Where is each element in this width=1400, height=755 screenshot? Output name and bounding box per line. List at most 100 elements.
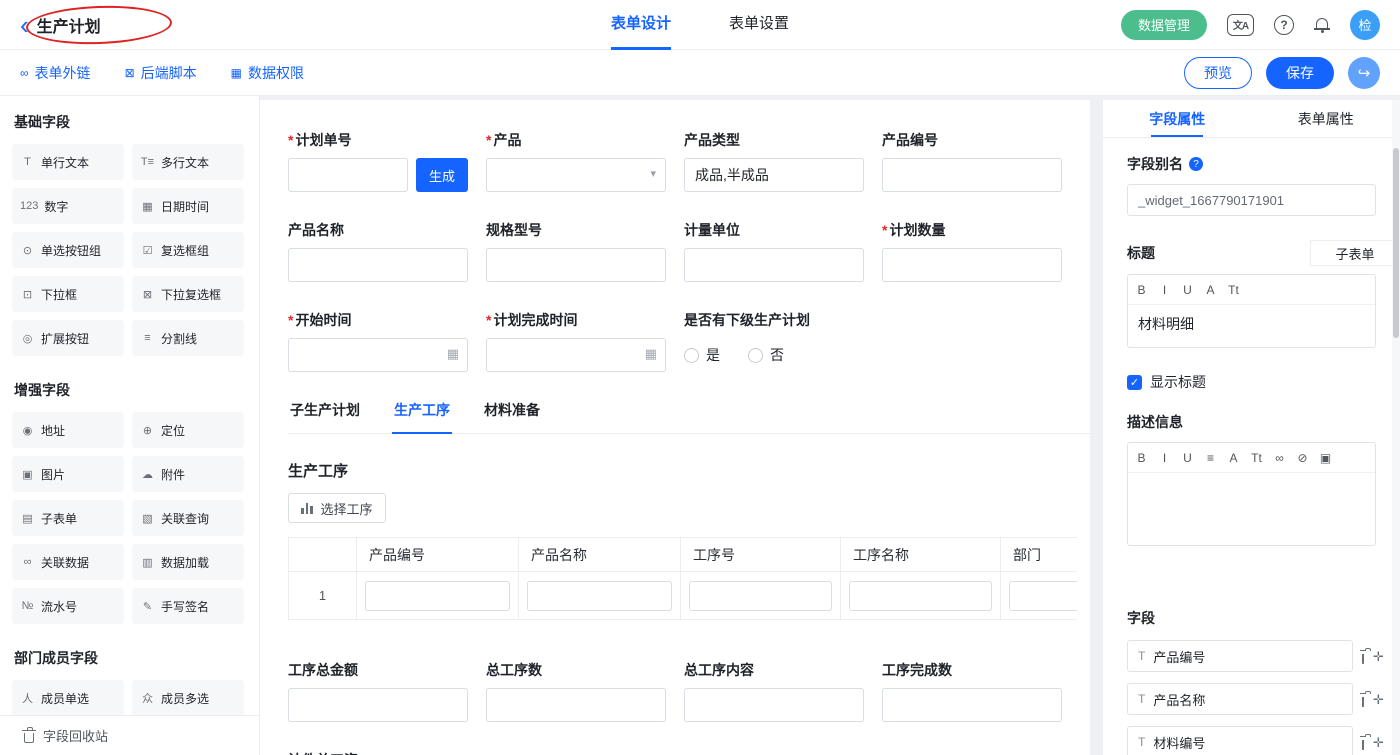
field-type-multi-dropdown[interactable]: ⊠下拉复选框 bbox=[132, 276, 244, 312]
align-icon[interactable]: ≡ bbox=[1199, 451, 1222, 465]
field-type-dropdown[interactable]: ⊡下拉框 bbox=[12, 276, 124, 312]
field-product-type[interactable]: 产品类型 bbox=[684, 130, 864, 192]
move-field-icon[interactable]: ✛ bbox=[1373, 736, 1384, 749]
plan-quantity-input[interactable] bbox=[882, 248, 1062, 282]
subform-field-product-code[interactable]: T 产品编号 bbox=[1127, 640, 1353, 672]
preview-button[interactable]: 预览 bbox=[1184, 57, 1252, 89]
field-type-datetime[interactable]: ▦日期时间 bbox=[132, 188, 244, 224]
finish-time-input[interactable] bbox=[486, 338, 666, 372]
field-has-sub-plan[interactable]: 是否有下级生产计划 是 否 bbox=[684, 310, 864, 372]
field-start-time[interactable]: *开始时间 ▦ bbox=[288, 310, 468, 372]
form-external-link[interactable]: ∞ 表单外链 bbox=[20, 63, 91, 83]
field-type-divider[interactable]: ≡分割线 bbox=[132, 320, 244, 356]
underline-icon[interactable]: U bbox=[1176, 283, 1199, 297]
tab-production-process[interactable]: 生产工序 bbox=[392, 400, 452, 434]
checkbox-checked-icon[interactable] bbox=[1127, 375, 1142, 390]
field-type-number[interactable]: 123数字 bbox=[12, 188, 124, 224]
field-type-radio-group[interactable]: ⊙单选按钮组 bbox=[12, 232, 124, 268]
back-icon[interactable]: ‹ bbox=[20, 3, 29, 47]
radio-yes[interactable]: 是 bbox=[684, 345, 720, 365]
cell-product-code-input[interactable] bbox=[365, 581, 510, 611]
field-type-data-load[interactable]: ▥数据加载 bbox=[132, 544, 244, 580]
field-product-code[interactable]: 产品编号 bbox=[882, 130, 1062, 192]
total-process-content-input[interactable] bbox=[684, 688, 864, 722]
product-code-input[interactable] bbox=[882, 158, 1062, 192]
field-type-subform[interactable]: ▤子表单 bbox=[12, 500, 124, 536]
widget-type-tag[interactable]: 子表单 bbox=[1310, 240, 1400, 266]
subform-field-material-code[interactable]: T 材料编号 bbox=[1127, 726, 1353, 755]
save-button[interactable]: 保存 bbox=[1266, 57, 1334, 89]
total-process-count-input[interactable] bbox=[486, 688, 666, 722]
image-icon[interactable]: ▣ bbox=[1314, 451, 1337, 465]
plan-number-input[interactable] bbox=[288, 158, 408, 192]
share-button[interactable]: ↪ bbox=[1348, 57, 1380, 89]
field-type-extend-button[interactable]: ◎扩展按钮 bbox=[12, 320, 124, 356]
unlink-icon[interactable]: ⊘ bbox=[1291, 451, 1314, 465]
cell-department-input[interactable] bbox=[1009, 581, 1077, 611]
field-type-linked-query[interactable]: ▧关联查询 bbox=[132, 500, 244, 536]
tab-sub-production-plan[interactable]: 子生产计划 bbox=[288, 400, 362, 433]
italic-icon[interactable]: I bbox=[1153, 283, 1176, 297]
tab-form-properties[interactable]: 表单属性 bbox=[1252, 100, 1400, 137]
generate-button[interactable]: 生成 bbox=[416, 158, 468, 192]
data-manage-button[interactable]: 数据管理 bbox=[1121, 10, 1207, 40]
tab-form-design[interactable]: 表单设计 bbox=[611, 0, 671, 50]
product-select-input[interactable] bbox=[486, 158, 666, 192]
underline-icon[interactable]: U bbox=[1176, 451, 1199, 465]
delete-field-icon[interactable] bbox=[1362, 654, 1364, 664]
link-icon[interactable]: ∞ bbox=[1268, 451, 1291, 465]
field-type-attachment[interactable]: ☁附件 bbox=[132, 456, 244, 492]
product-type-input[interactable] bbox=[684, 158, 864, 192]
data-permission-link[interactable]: ▦ 数据权限 bbox=[231, 63, 304, 83]
spec-model-input[interactable] bbox=[486, 248, 666, 282]
finish-time-picker[interactable]: ▦ bbox=[486, 338, 666, 372]
field-type-image[interactable]: ▣图片 bbox=[12, 456, 124, 492]
tab-material-preparation[interactable]: 材料准备 bbox=[482, 400, 542, 433]
field-plan-quantity[interactable]: *计划数量 bbox=[882, 220, 1062, 282]
field-type-location[interactable]: ⊕定位 bbox=[132, 412, 244, 448]
product-name-input[interactable] bbox=[288, 248, 468, 282]
italic-icon[interactable]: I bbox=[1153, 451, 1176, 465]
field-recycle-bin[interactable]: 字段回收站 bbox=[0, 715, 259, 755]
field-total-process-count[interactable]: 总工序数 bbox=[486, 660, 666, 722]
cell-product-name-input[interactable] bbox=[527, 581, 672, 611]
title-editor-content[interactable]: 材料明细 bbox=[1128, 305, 1375, 347]
select-process-button[interactable]: 选择工序 bbox=[288, 493, 386, 523]
process-total-amount-input[interactable] bbox=[288, 688, 468, 722]
field-total-process-content[interactable]: 总工序内容 bbox=[684, 660, 864, 722]
cell-process-no-input[interactable] bbox=[689, 581, 832, 611]
delete-field-icon[interactable] bbox=[1362, 697, 1364, 707]
help-icon[interactable]: ? bbox=[1274, 15, 1294, 35]
alias-input[interactable] bbox=[1127, 184, 1376, 216]
panel-scrollbar-thumb[interactable] bbox=[1393, 148, 1399, 338]
subform-field-product-name[interactable]: T 产品名称 bbox=[1127, 683, 1353, 715]
font-color-icon[interactable]: A bbox=[1222, 451, 1245, 465]
alias-help-icon[interactable]: ? bbox=[1189, 157, 1203, 171]
field-type-single-line-text[interactable]: T单行文本 bbox=[12, 144, 124, 180]
field-type-signature[interactable]: ✎手写签名 bbox=[132, 588, 244, 624]
product-select[interactable]: ▾ bbox=[486, 158, 666, 192]
field-unit[interactable]: 计量单位 bbox=[684, 220, 864, 282]
field-finish-time[interactable]: *计划完成时间 ▦ bbox=[486, 310, 666, 372]
field-type-linked-data[interactable]: ∞关联数据 bbox=[12, 544, 124, 580]
description-editor-content[interactable] bbox=[1128, 473, 1375, 545]
bold-icon[interactable]: B bbox=[1130, 283, 1153, 297]
start-time-picker[interactable]: ▦ bbox=[288, 338, 468, 372]
cell-process-name-input[interactable] bbox=[849, 581, 992, 611]
start-time-input[interactable] bbox=[288, 338, 468, 372]
delete-field-icon[interactable] bbox=[1362, 740, 1364, 750]
field-process-done-count[interactable]: 工序完成数 bbox=[882, 660, 1062, 722]
field-product-name[interactable]: 产品名称 bbox=[288, 220, 468, 282]
bold-icon[interactable]: B bbox=[1130, 451, 1153, 465]
field-type-address[interactable]: ◉地址 bbox=[12, 412, 124, 448]
process-done-count-input[interactable] bbox=[882, 688, 1062, 722]
move-field-icon[interactable]: ✛ bbox=[1373, 650, 1384, 663]
field-product[interactable]: *产品 ▾ bbox=[486, 130, 666, 192]
move-field-icon[interactable]: ✛ bbox=[1373, 693, 1384, 706]
field-type-checkbox-group[interactable]: ☑复选框组 bbox=[132, 232, 244, 268]
font-size-icon[interactable]: Tt bbox=[1245, 451, 1268, 465]
avatar[interactable]: 检 bbox=[1350, 10, 1380, 40]
translate-icon[interactable]: 文A bbox=[1227, 14, 1254, 36]
field-type-member-multi[interactable]: 众成员多选 bbox=[132, 680, 244, 716]
field-type-multi-line-text[interactable]: T≡多行文本 bbox=[132, 144, 244, 180]
